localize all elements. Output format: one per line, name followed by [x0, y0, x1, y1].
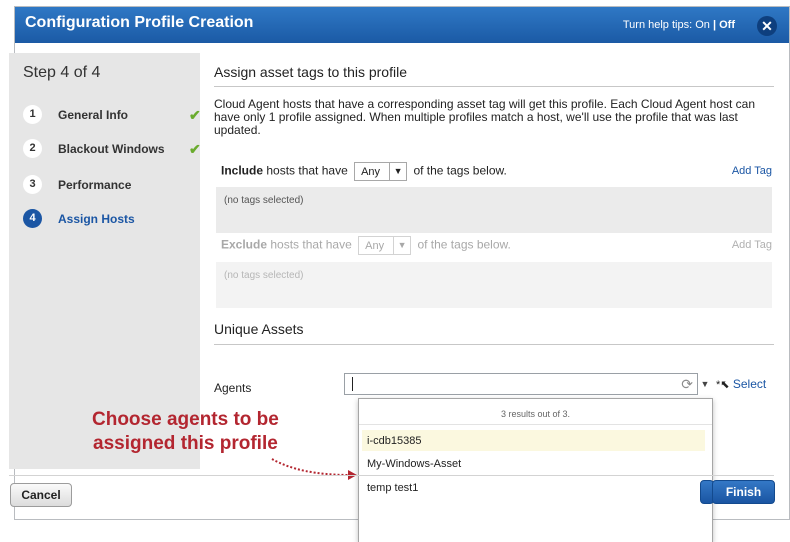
- dialog-title: Configuration Profile Creation: [25, 14, 254, 31]
- step-title: Step 4 of 4: [23, 64, 101, 81]
- include-text-after: of the tags below.: [413, 163, 507, 178]
- close-icon[interactable]: ✕: [757, 16, 777, 36]
- divider: [359, 424, 712, 425]
- step-label: Blackout Windows: [58, 142, 165, 156]
- agent-result-item[interactable]: i-cdb15385: [362, 430, 705, 451]
- select-label: Select: [732, 377, 767, 391]
- annotation-arrow-icon: [271, 458, 357, 480]
- step-number: 3: [23, 175, 42, 194]
- include-keyword: Include: [221, 163, 264, 178]
- help-tips-toggle: Turn help tips: On | Off: [623, 19, 735, 31]
- checkmark-icon: ✔: [189, 107, 201, 123]
- help-annotation: Choose agents to be assigned this profil…: [92, 408, 279, 456]
- exclude-tags-box: (no tags selected): [216, 262, 772, 308]
- include-empty-text: (no tags selected): [224, 195, 304, 206]
- agent-result-item[interactable]: temp test1: [362, 477, 705, 498]
- dialog-titlebar: Configuration Profile Creation Turn help…: [15, 7, 789, 43]
- sidebar-step-blackout-windows[interactable]: 2 Blackout Windows ✔: [23, 139, 201, 159]
- divider: [214, 344, 774, 345]
- pointer-cursor-icon: *⬉: [716, 379, 730, 391]
- sidebar-step-general-info[interactable]: 1 General Info ✔: [23, 105, 201, 125]
- agents-search-input[interactable]: ⟳: [344, 373, 698, 395]
- divider: [214, 86, 774, 87]
- agents-results-dropdown: 3 results out of 3. i-cdb15385 My-Window…: [358, 398, 713, 542]
- help-tips-label: Turn help tips:: [622, 19, 693, 31]
- exclude-match-select[interactable]: Any ▼: [358, 236, 412, 255]
- exclude-filter-row: Exclude hosts that have Any ▼ of the tag…: [221, 236, 774, 256]
- agents-label: Agents: [214, 381, 252, 395]
- include-text-before: hosts that have: [266, 163, 348, 178]
- assign-tags-heading: Assign asset tags to this profile: [214, 64, 407, 80]
- exclude-add-tag-link[interactable]: Add Tag: [732, 239, 772, 251]
- finish-button[interactable]: Finish: [712, 480, 775, 504]
- include-filter-row: Include hosts that have Any ▼ of the tag…: [221, 162, 774, 182]
- annotation-line-1: Choose agents to be: [92, 409, 279, 430]
- sidebar-step-performance[interactable]: 3 Performance: [23, 175, 198, 195]
- text-caret: [352, 377, 353, 391]
- help-tips-separator: |: [712, 19, 717, 31]
- annotation-line-2: assigned this profile: [93, 433, 278, 454]
- exclude-text-before: hosts that have: [270, 237, 352, 252]
- chevron-down-icon[interactable]: ▼: [698, 373, 712, 395]
- checkmark-icon: ✔: [189, 141, 201, 157]
- unique-assets-heading: Unique Assets: [214, 321, 304, 337]
- agent-result-item[interactable]: My-Windows-Asset: [362, 453, 705, 474]
- step-number: 2: [23, 139, 42, 158]
- cancel-button[interactable]: Cancel: [10, 483, 72, 507]
- sidebar-step-assign-hosts[interactable]: 4 Assign Hosts: [23, 209, 198, 229]
- help-tips-off[interactable]: Off: [719, 19, 735, 31]
- wizard-sidebar: Step 4 of 4 1 General Info ✔ 2 Blackout …: [9, 53, 201, 469]
- exclude-text-after: of the tags below.: [417, 237, 511, 252]
- step-number: 1: [23, 105, 42, 124]
- chevron-down-icon: ▼: [389, 163, 406, 180]
- exclude-keyword: Exclude: [221, 237, 268, 252]
- help-tips-on[interactable]: On: [695, 19, 710, 31]
- chevron-down-icon: ▼: [393, 237, 410, 254]
- exclude-empty-text: (no tags selected): [224, 270, 304, 281]
- agents-select-link[interactable]: *⬉ Select: [716, 377, 766, 391]
- results-count: 3 results out of 3.: [500, 409, 571, 419]
- step-label: General Info: [58, 108, 129, 122]
- select-value: Any: [361, 166, 381, 178]
- select-value: Any: [365, 240, 385, 252]
- refresh-icon[interactable]: ⟳: [681, 376, 693, 393]
- step-label: Performance: [58, 178, 132, 192]
- step-number: 4: [23, 209, 42, 228]
- include-match-select[interactable]: Any ▼: [354, 162, 408, 181]
- include-tags-box: (no tags selected): [216, 187, 772, 233]
- include-add-tag-link[interactable]: Add Tag: [732, 165, 772, 177]
- step-label: Assign Hosts: [58, 212, 135, 226]
- footer-divider: [9, 475, 774, 476]
- description-text: Cloud Agent hosts that have a correspond…: [214, 97, 756, 137]
